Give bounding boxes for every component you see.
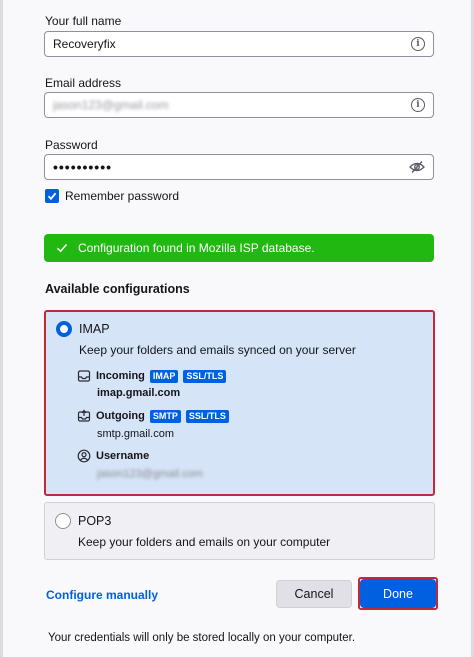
available-configurations-title: Available configurations	[45, 282, 190, 296]
remember-label: Remember password	[65, 189, 180, 203]
email-value: jason123@gmail.com	[53, 98, 169, 112]
username-value: jason123@gmail.com	[97, 468, 203, 480]
pop3-title: POP3	[78, 514, 112, 528]
checkmark-icon	[47, 192, 57, 201]
banner-text: Configuration found in Mozilla ISP datab…	[78, 241, 315, 255]
outbox-icon	[77, 409, 91, 422]
imap-config-card[interactable]: IMAP Keep your folders and emails synced…	[44, 310, 435, 496]
cancel-button[interactable]: Cancel	[276, 580, 352, 608]
remember-password-row[interactable]: Remember password	[45, 189, 179, 203]
imap-radio[interactable]	[56, 321, 72, 337]
password-label: Password	[45, 138, 98, 152]
fullname-field[interactable]: Recoveryfix i	[44, 31, 434, 57]
window-left-edge	[0, 0, 3, 657]
outgoing-security-badge: SSL/TLS	[185, 409, 229, 423]
config-found-banner: Configuration found in Mozilla ISP datab…	[44, 234, 434, 262]
fullname-label: Your full name	[45, 14, 122, 28]
incoming-host: imap.gmail.com	[97, 387, 181, 399]
fullname-value: Recoveryfix	[53, 37, 116, 51]
checkmark-icon	[56, 244, 68, 253]
incoming-security-badge: SSL/TLS	[183, 369, 227, 383]
done-button[interactable]: Done	[360, 579, 436, 608]
eye-slash-icon[interactable]	[409, 160, 425, 174]
remember-checkbox[interactable]	[45, 189, 59, 203]
info-icon[interactable]: i	[411, 37, 425, 51]
username-row: Username	[77, 449, 149, 463]
pop3-config-card[interactable]: POP3 Keep your folders and emails on you…	[44, 502, 435, 560]
incoming-label: Incoming	[96, 370, 145, 382]
info-icon[interactable]: i	[411, 98, 425, 112]
imap-description: Keep your folders and emails synced on y…	[79, 343, 356, 357]
pop3-description: Keep your folders and emails on your com…	[78, 535, 331, 549]
incoming-protocol-badge: IMAP	[149, 369, 179, 383]
configure-manually-link[interactable]: Configure manually	[46, 588, 158, 602]
email-label: Email address	[45, 76, 122, 90]
outgoing-row: Outgoing SMTP SSL/TLS	[77, 409, 229, 423]
imap-title: IMAP	[79, 322, 110, 336]
outgoing-host: smtp.gmail.com	[97, 428, 175, 440]
inbox-icon	[77, 370, 91, 382]
password-value: ••••••••••	[53, 159, 113, 175]
outgoing-label: Outgoing	[96, 410, 145, 422]
email-field[interactable]: jason123@gmail.com i	[44, 92, 434, 118]
username-label: Username	[96, 450, 150, 462]
credentials-note: Your credentials will only be stored loc…	[48, 632, 356, 644]
pop3-radio[interactable]	[55, 513, 71, 529]
incoming-row: Incoming IMAP SSL/TLS	[77, 369, 227, 383]
outgoing-protocol-badge: SMTP	[149, 409, 181, 423]
password-field[interactable]: ••••••••••	[44, 154, 434, 180]
user-icon	[77, 449, 91, 463]
